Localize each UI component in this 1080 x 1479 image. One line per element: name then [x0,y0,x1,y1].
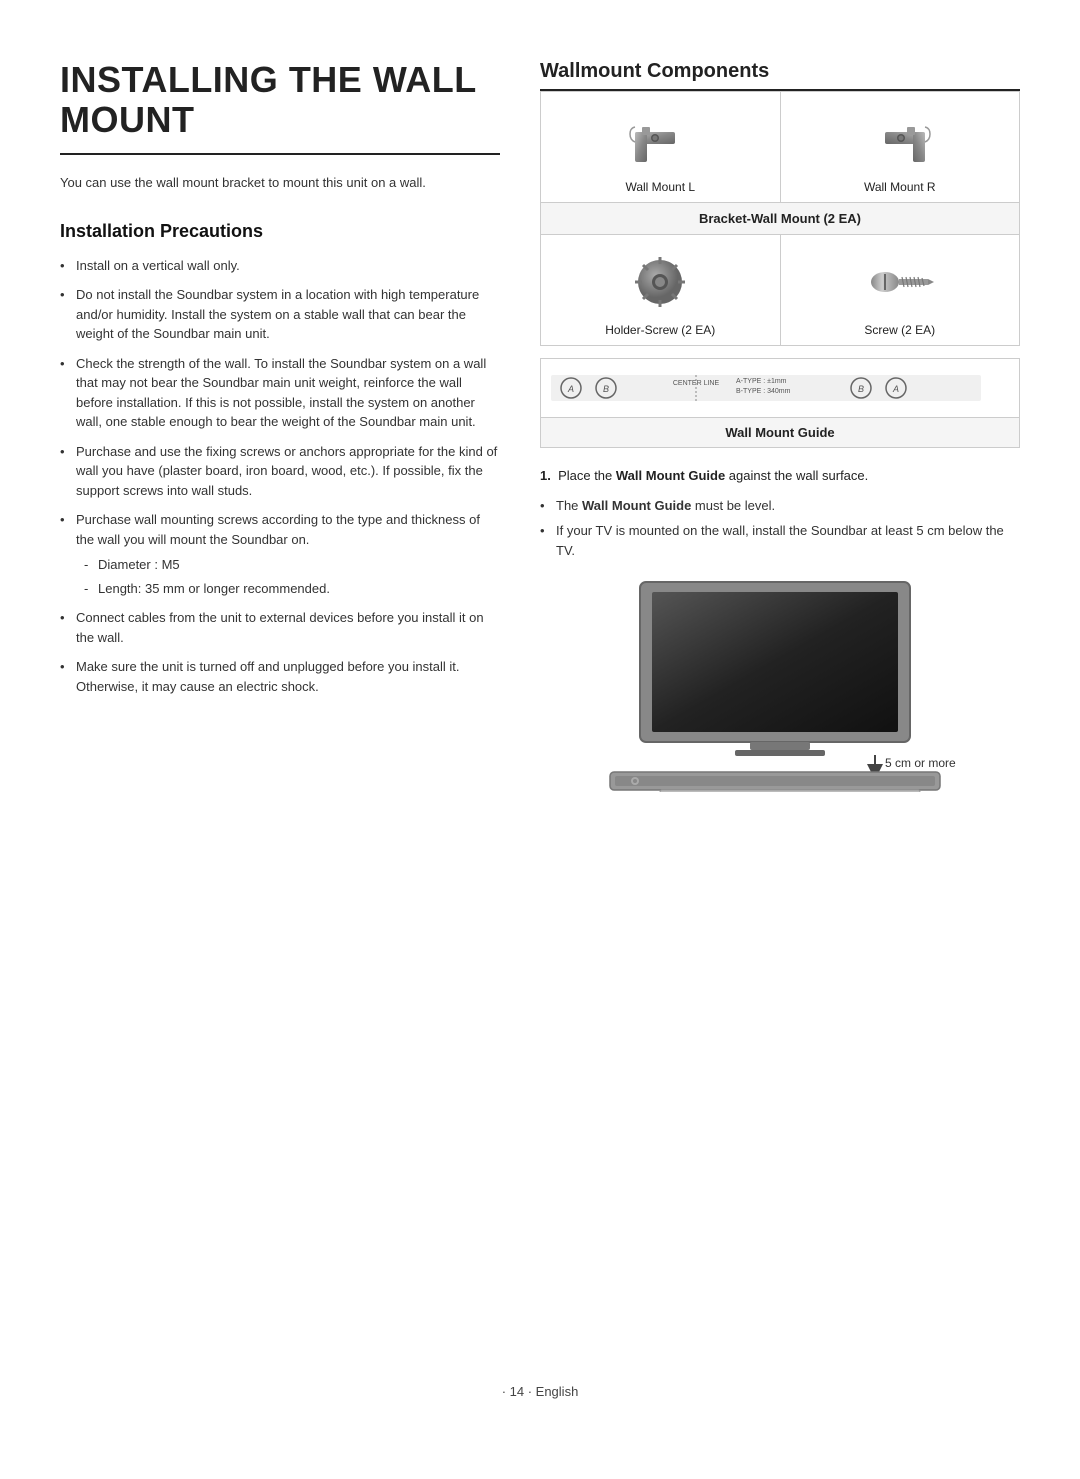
wall-mount-r-img [860,104,940,174]
precaution-4: Purchase and use the fixing screws or an… [60,442,500,501]
sub-list: Diameter : M5 Length: 35 mm or longer re… [76,555,500,598]
wall-mount-l-label: Wall Mount L [625,180,695,194]
screw-cell: Screw (2 EA) [781,235,1020,345]
svg-text:A-TYPE : ±1mm: A-TYPE : ±1mm [736,378,787,385]
guide-row-content: A B CENTER LINE A-TYPE : ±1mm B-TYPE : 3… [541,359,1019,417]
holder-screw-img [620,247,700,317]
page-footer: · 14 · English [60,1384,1020,1399]
holder-screw-row: Holder-Screw (2 EA) [541,235,1019,345]
svg-text:B: B [858,384,864,394]
right-column: Wallmount Components [540,60,1020,1344]
wall-mount-r-label: Wall Mount R [864,180,936,194]
svg-text:B-TYPE : 340mm: B-TYPE : 340mm [736,388,791,395]
wall-mount-l-cell: Wall Mount L [541,92,781,202]
precaution-1: Install on a vertical wall only. [60,256,500,276]
precaution-2: Do not install the Soundbar system in a … [60,285,500,344]
footer-text: · 14 · English [502,1384,579,1399]
wall-mount-l-img [620,104,700,174]
tv-soundbar-illustration: 5 cm or more [540,572,1020,792]
installation-precautions-heading: Installation Precautions [60,221,500,242]
wallmount-components-heading: Wallmount Components [540,60,1020,91]
svg-text:A: A [567,384,574,394]
step-1-bullet-1: The Wall Mount Guide must be level. [540,496,1020,516]
precaution-5: Purchase wall mounting screws according … [60,510,500,598]
precaution-7: Make sure the unit is turned off and unp… [60,657,500,696]
svg-text:B: B [603,384,609,394]
step-1-bullets: The Wall Mount Guide must be level. If y… [540,496,1020,561]
wall-mount-r-svg [860,107,940,172]
page-title: INSTALLING THE WALL MOUNT [60,60,500,155]
page: INSTALLING THE WALL MOUNT You can use th… [0,0,1080,1479]
bracket-label-row: Bracket-Wall Mount (2 EA) [541,203,1019,235]
wall-mount-guide-svg: A B CENTER LINE A-TYPE : ±1mm B-TYPE : 3… [551,367,981,409]
sub-bullet-2: Length: 35 mm or longer recommended. [84,579,500,599]
step-1-number: 1. [540,468,551,483]
components-grid: Wall Mount L [540,91,1020,346]
step-1-text: 1. Place the Wall Mount Guide against th… [540,466,1020,486]
bracket-label: Bracket-Wall Mount (2 EA) [541,203,1019,234]
holder-screw-cell: Holder-Screw (2 EA) [541,235,781,345]
precaution-6: Connect cables from the unit to external… [60,608,500,647]
screw-img [860,247,940,317]
precaution-3: Check the strength of the wall. To insta… [60,354,500,432]
precautions-list: Install on a vertical wall only. Do not … [60,256,500,697]
svg-text:5 cm or more: 5 cm or more [885,756,956,770]
svg-text:A: A [892,384,899,394]
holder-screw-label: Holder-Screw (2 EA) [605,323,715,337]
intro-text: You can use the wall mount bracket to mo… [60,173,500,193]
wall-mount-l-svg [620,107,700,172]
screw-svg [860,250,940,315]
holder-screw-svg [620,250,700,315]
left-column: INSTALLING THE WALL MOUNT You can use th… [60,60,500,1344]
guide-strip: A B CENTER LINE A-TYPE : ±1mm B-TYPE : 3… [540,358,1020,448]
step-1-bullet-2: If your TV is mounted on the wall, insta… [540,521,1020,560]
screw-label: Screw (2 EA) [864,323,935,337]
wall-mount-row: Wall Mount L [541,92,1019,203]
content-area: INSTALLING THE WALL MOUNT You can use th… [60,60,1020,1344]
guide-label: Wall Mount Guide [541,417,1019,447]
wall-mount-r-cell: Wall Mount R [781,92,1020,202]
tv-illustration-svg: 5 cm or more [580,572,980,792]
step-1-section: 1. Place the Wall Mount Guide against th… [540,466,1020,792]
sub-bullet-1: Diameter : M5 [84,555,500,575]
